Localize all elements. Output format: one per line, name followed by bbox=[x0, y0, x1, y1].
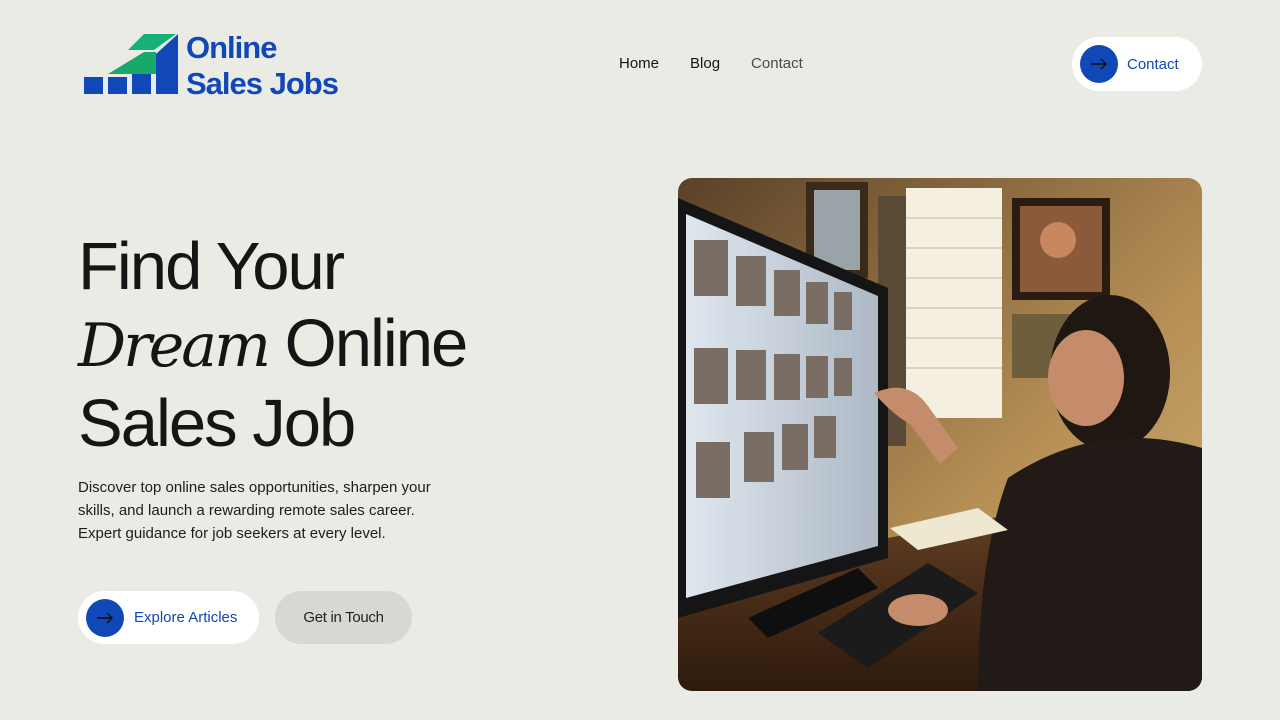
arrow-right-icon bbox=[1080, 45, 1118, 83]
brand-logo[interactable]: Online Sales Jobs bbox=[84, 30, 339, 102]
explore-articles-label: Explore Articles bbox=[134, 609, 238, 626]
explore-articles-button[interactable]: Explore Articles bbox=[78, 591, 259, 644]
brand-line1: Online bbox=[186, 30, 277, 65]
brand-line2: Sales Jobs bbox=[186, 66, 339, 101]
logo-mark-icon bbox=[84, 34, 178, 94]
nav-blog-link[interactable]: Blog bbox=[690, 54, 720, 74]
nav-contact-link[interactable]: Contact bbox=[751, 54, 803, 74]
hero-title-line2-rest: Online bbox=[267, 306, 469, 381]
hero-title-line3: Sales Job bbox=[78, 386, 356, 461]
arrow-right-icon bbox=[86, 598, 124, 637]
hero-description: Discover top online sales opportunities,… bbox=[78, 479, 431, 542]
hero-image bbox=[678, 178, 1202, 691]
header-contact-button[interactable]: Contact bbox=[1072, 37, 1202, 91]
hero-title-line2: Dream Online bbox=[78, 305, 469, 385]
main-nav: Home Blog Contact bbox=[619, 54, 803, 74]
get-in-touch-button[interactable]: Get in Touch bbox=[275, 591, 412, 644]
nav-home-link[interactable]: Home bbox=[619, 54, 659, 74]
hero-cta-group: Explore Articles Get in Touch bbox=[78, 591, 412, 644]
brand-wordmark: Online Sales Jobs bbox=[186, 30, 339, 102]
hero-title: Find Your Dream Online Sales Job bbox=[78, 228, 469, 462]
header-contact-label: Contact bbox=[1127, 55, 1179, 73]
hero-title-line1: Find Your bbox=[78, 229, 345, 304]
hero-title-italic: Dream bbox=[78, 311, 271, 381]
